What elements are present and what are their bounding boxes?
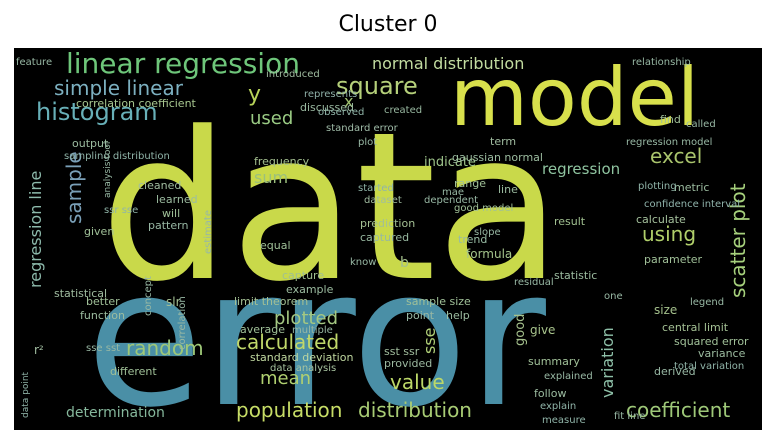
word-sampling-distribution: sampling distribution [64,151,170,162]
word-introduced: introduced [266,69,320,80]
word-parameter: parameter [644,253,703,266]
word-good: good [513,313,528,346]
word-simple-linear: simple linear [54,76,183,100]
word-limit-theorem: limit theorem [234,295,309,308]
word-excel: excel [650,144,703,168]
word-total-variation: total variation [674,361,745,372]
word-regression: regression [542,160,621,178]
word-fit-line: fit line [614,411,646,422]
word-slope: slope [474,227,501,238]
word-observed: observed [318,107,365,118]
word-give: give [530,323,556,337]
word-formula: formula [466,247,513,261]
word-sample-size: sample size [406,295,471,308]
word-point: point [406,309,435,322]
word-statistical: statistical [54,287,108,300]
word-example: example [286,283,334,296]
word-size: size [654,303,678,317]
word-legend: legend [690,297,725,308]
word-variation: variation [598,327,617,398]
word-line: line [498,183,518,196]
word-regression-line: regression line [26,170,45,288]
word-plot: plot [358,137,378,148]
word-distribution: distribution [358,398,472,422]
word-determination: determination [66,405,165,421]
word-sse-sst: sse sst [86,343,121,354]
word-summary: summary [528,355,580,368]
word-learned: learned [156,193,198,206]
word-metric: metric [674,181,710,194]
word-dataset: dataset [364,195,402,206]
word-mae: mae [442,187,465,198]
word-sst-ssr: sst ssr [384,345,420,358]
word-explained: explained [544,371,593,382]
word-given: given [84,225,115,238]
word-multiple: multiple [292,325,333,336]
word-analysis-tool: analysis tool [103,141,113,198]
word-feature: feature [16,57,53,68]
word-confidence-interval: confidence interval [644,199,741,210]
word-follow: follow [534,387,567,400]
word-ssr-sse: ssr sse [104,205,139,216]
word-concept: concept [143,276,154,316]
word-relationship: relationship [632,57,691,68]
word-sum: sum [254,168,289,187]
word-r2: r² [34,343,44,357]
word-b: b [400,255,409,271]
word-sse: sse [420,327,439,354]
word-statistic: statistic [554,269,598,282]
word-captured: captured [360,231,410,244]
word-data-point: data point [21,371,31,418]
word-result: result [554,215,586,228]
word-normal-distribution: normal distribution [372,54,525,73]
word-correlation: correlation [177,296,188,350]
plot-title: Cluster 0 [338,12,438,37]
word-function: function [80,309,125,322]
word-called: called [686,119,716,130]
word-capture: capture [282,269,325,282]
word-gaussian: gaussian normal [452,151,543,164]
word-cloud: data error model linear regression normal di… [14,48,762,430]
word-started: started [358,183,394,194]
word-frequency: frequency [254,155,310,168]
word-help: help [446,309,470,322]
word-squared-error: squared error [674,335,749,348]
word-calculate: calculate [636,213,686,226]
word-pattern: pattern [148,219,189,232]
word-different: different [110,365,157,378]
word-provided: provided [384,357,433,370]
word-average: average [240,323,286,336]
word-will: will [162,207,181,220]
word-know: know [350,257,377,268]
word-linear-regression: linear regression [66,48,300,80]
word-represents: represents [304,89,358,100]
word-variance: variance [698,347,746,360]
word-regression-model: regression model [626,137,713,148]
word-population: population [236,398,343,422]
word-residual: residual [514,277,554,288]
word-term: term [490,135,517,148]
word-used: used [250,108,294,129]
word-explain: explain [540,401,577,412]
word-y: y [248,82,262,107]
word-value: value [390,370,445,394]
word-created: created [384,105,423,116]
word-correlation-coefficient: correlation coefficient [76,97,196,110]
word-using: using [642,222,697,246]
word-estimate: estimate [203,209,214,254]
word-data-analysis: data analysis [270,363,337,374]
word-find: find [660,113,681,126]
word-one: one [604,291,623,302]
word-measure: measure [542,415,586,426]
word-equal: equal [260,239,291,252]
word-central-limit: central limit [662,321,729,334]
word-standard-deviation: standard deviation [250,351,354,364]
word-random: random [126,336,204,360]
word-cleaned: cleaned [138,179,182,192]
word-plotting: plotting [638,181,677,192]
word-prediction: prediction [360,217,416,230]
word-standard-error: standard error [326,123,398,134]
word-sample: sample [62,151,86,224]
